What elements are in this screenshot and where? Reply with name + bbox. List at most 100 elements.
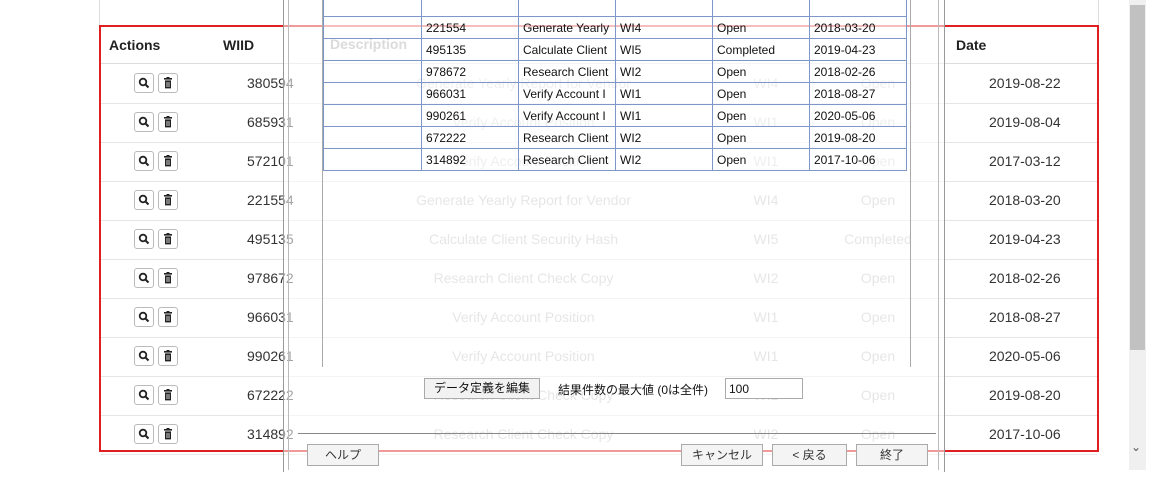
grid-row[interactable]: 990261 Verify Account I WI1 Open 2020-05-06: [323, 104, 907, 127]
back-button[interactable]: < 戻る: [772, 444, 847, 466]
delete-button[interactable]: [158, 73, 178, 93]
grid-row[interactable]: 966031 Verify Account I WI1 Open 2018-08-27: [323, 82, 907, 105]
grid-row-header: [323, 16, 422, 39]
grid-cell-description: Research Client: [518, 60, 616, 83]
grid-row[interactable]: 221554 Generate Yearly WI4 Open 2018-03-20: [323, 16, 907, 39]
grid-cell-description: Calculate Client: [518, 38, 616, 61]
header-wiid: WIID: [223, 37, 255, 53]
grid-cell-status: Completed: [712, 38, 810, 61]
grid-row[interactable]: 672222 Research Client WI2 Open 2019-08-20: [323, 126, 907, 149]
grid-cell-wi: WI2: [615, 148, 713, 171]
view-button[interactable]: [134, 385, 154, 405]
row-actions: [134, 73, 178, 93]
scroll-down-icon[interactable]: ⌄: [1131, 440, 1141, 454]
view-button[interactable]: [134, 112, 154, 132]
grid-cell-date: 2020-05-06: [809, 104, 907, 127]
cell-date: 2020-05-06: [989, 348, 1061, 364]
max-results-label: 結果件数の最大値 (0は全件): [558, 383, 709, 397]
grid-cell-wiid: 966031: [421, 82, 519, 105]
grid-cell: [518, 0, 616, 17]
delete-button[interactable]: [158, 385, 178, 405]
grid-cell: [809, 0, 907, 17]
grid-row[interactable]: 314892 Research Client WI2 Open 2017-10-06: [323, 148, 907, 171]
grid-cell-date: 2019-08-20: [809, 126, 907, 149]
search-icon: [138, 389, 150, 401]
delete-button[interactable]: [158, 151, 178, 171]
cell-date: 2019-04-23: [989, 231, 1061, 247]
grid-cell-status: Open: [712, 60, 810, 83]
view-button[interactable]: [134, 190, 154, 210]
grid-cell-wi: WI1: [615, 104, 713, 127]
view-button[interactable]: [134, 346, 154, 366]
edit-data-definition-button[interactable]: データ定義を編集: [424, 378, 540, 399]
view-button[interactable]: [134, 307, 154, 327]
view-button[interactable]: [134, 268, 154, 288]
row-actions: [134, 268, 178, 288]
grid-cell: [421, 0, 519, 17]
grid-cell-wiid: 978672: [421, 60, 519, 83]
delete-button[interactable]: [158, 307, 178, 327]
trash-icon: [163, 350, 173, 362]
row-actions: [134, 424, 178, 444]
grid-cell-date: 2018-02-26: [809, 60, 907, 83]
grid-cell-wi: WI2: [615, 60, 713, 83]
grid-row-header: [323, 104, 422, 127]
row-actions: [134, 112, 178, 132]
grid-cell-wi: WI5: [615, 38, 713, 61]
grid-cell-description: Research Client: [518, 126, 616, 149]
row-actions: [134, 346, 178, 366]
grid-cell-description: Research Client: [518, 148, 616, 171]
grid-cell-date: 2018-03-20: [809, 16, 907, 39]
cell-date: 2019-08-20: [989, 387, 1061, 403]
trash-icon: [163, 155, 173, 167]
delete-button[interactable]: [158, 346, 178, 366]
grid-cell-wiid: 672222: [421, 126, 519, 149]
grid-cell-wi: WI1: [615, 82, 713, 105]
cell-date: 2017-10-06: [989, 426, 1061, 442]
grid-cell-date: 2017-10-06: [809, 148, 907, 171]
grid-cell-status: Open: [712, 126, 810, 149]
grid-cell-wiid: 990261: [421, 104, 519, 127]
grid-cell-status: Open: [712, 148, 810, 171]
grid-row[interactable]: 495135 Calculate Client WI5 Completed 2019-0…: [323, 38, 907, 61]
grid-cell-description: Generate Yearly: [518, 16, 616, 39]
row-actions: [134, 229, 178, 249]
help-button[interactable]: ヘルプ: [307, 444, 379, 466]
row-actions: [134, 190, 178, 210]
trash-icon: [163, 233, 173, 245]
dialog-divider: [298, 433, 936, 434]
grid-cell-wiid: 495135: [421, 38, 519, 61]
delete-button[interactable]: [158, 268, 178, 288]
cancel-button[interactable]: キャンセル: [681, 444, 763, 466]
cell-date: 2018-02-26: [989, 270, 1061, 286]
cell-date: 2019-08-04: [989, 114, 1061, 130]
grid-row[interactable]: 978672 Research Client WI2 Open 2018-02-26: [323, 60, 907, 83]
grid-cell: [615, 0, 713, 17]
results-grid: 221554 Generate Yearly WI4 Open 2018-03-20 49…: [323, 0, 907, 171]
delete-button[interactable]: [158, 424, 178, 444]
finish-button[interactable]: 終了: [856, 444, 928, 466]
row-actions: [134, 385, 178, 405]
search-icon: [138, 194, 150, 206]
grid-cell-status: Open: [712, 82, 810, 105]
search-icon: [138, 116, 150, 128]
grid-cell-status: Open: [712, 104, 810, 127]
delete-button[interactable]: [158, 112, 178, 132]
grid-row-header: [323, 148, 422, 171]
trash-icon: [163, 194, 173, 206]
dialog-inner-border: [938, 0, 939, 470]
max-results-input[interactable]: [725, 378, 803, 399]
view-button[interactable]: [134, 73, 154, 93]
delete-button[interactable]: [158, 229, 178, 249]
view-button[interactable]: [134, 151, 154, 171]
grid-cell-wi: WI2: [615, 126, 713, 149]
dialog-inner-border: [288, 0, 289, 470]
view-button[interactable]: [134, 229, 154, 249]
cell-date: 2018-03-20: [989, 192, 1061, 208]
search-icon: [138, 272, 150, 284]
scrollbar-thumb[interactable]: [1130, 5, 1145, 350]
view-button[interactable]: [134, 424, 154, 444]
grid-cell-date: 2019-04-23: [809, 38, 907, 61]
delete-button[interactable]: [158, 190, 178, 210]
grid-cell-description: Verify Account I: [518, 82, 616, 105]
